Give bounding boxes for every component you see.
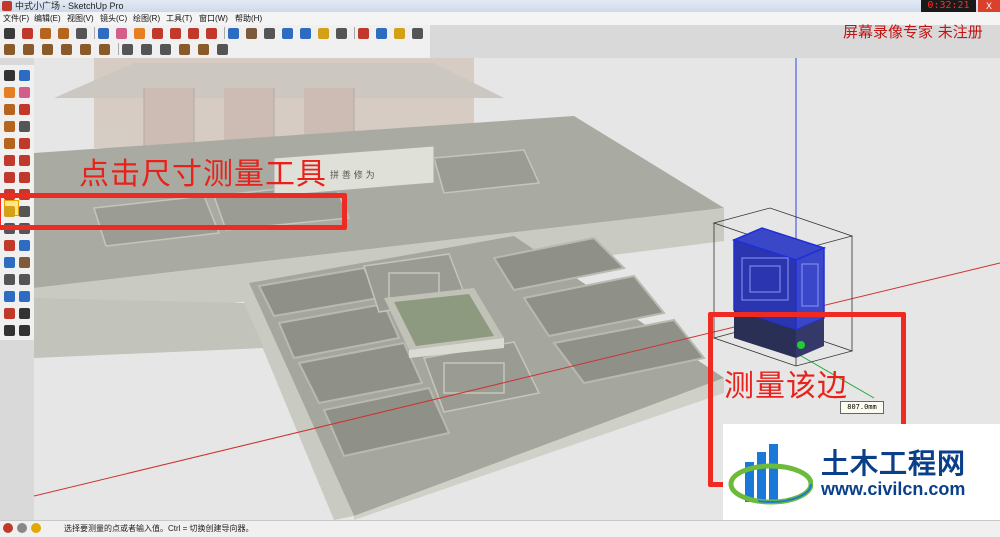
move-tool-icon[interactable] xyxy=(4,155,15,166)
wireframe-icon[interactable] xyxy=(141,44,152,55)
toolbar-separator xyxy=(118,43,119,55)
sketchup-app-icon xyxy=(2,1,12,11)
menu-edit[interactable]: 编辑(E) xyxy=(34,12,61,25)
left-view-icon[interactable] xyxy=(99,44,110,55)
eraser-icon[interactable] xyxy=(116,28,127,39)
main-toolbar xyxy=(0,25,430,41)
freehand-tool-icon[interactable] xyxy=(19,138,30,149)
component-tool-icon[interactable] xyxy=(19,70,30,81)
menu-window[interactable]: 窗口(W) xyxy=(199,12,228,25)
toolbar-separator xyxy=(354,27,355,39)
select-tool-icon[interactable] xyxy=(4,70,15,81)
menu-tools[interactable]: 工具(T) xyxy=(166,12,192,25)
polygon-tool-icon[interactable] xyxy=(4,138,15,149)
rotate-icon[interactable] xyxy=(188,28,199,39)
shaded-textures-icon[interactable] xyxy=(198,44,209,55)
circle-tool-icon[interactable] xyxy=(4,121,15,132)
paint-bucket-icon[interactable] xyxy=(134,28,145,39)
paint-tool-icon[interactable] xyxy=(4,87,15,98)
menu-help[interactable]: 帮助(H) xyxy=(235,12,262,25)
text-icon[interactable] xyxy=(336,28,347,39)
zoom-tool-icon[interactable] xyxy=(4,274,15,285)
status-message: 选择要测量的点或者输入值。Ctrl = 切换创建导向器。 xyxy=(64,524,254,533)
geo-location-icon[interactable] xyxy=(3,523,13,533)
logo-title: 土木工程网 xyxy=(821,448,967,479)
rotate-tool-icon[interactable] xyxy=(4,172,15,183)
menu-view[interactable]: 视图(V) xyxy=(67,12,94,25)
orbit-icon[interactable] xyxy=(228,28,239,39)
orbit-tool-icon[interactable] xyxy=(4,257,15,268)
extension-icon[interactable] xyxy=(412,28,423,39)
recorder-watermark: 屏幕录像专家 未注册 xyxy=(843,23,983,41)
offset-icon[interactable] xyxy=(206,28,217,39)
axes-icon[interactable] xyxy=(358,28,369,39)
title-bar: 中式小广场 - SketchUp Pro 0:32:21 X xyxy=(0,0,1000,12)
xray-icon[interactable] xyxy=(122,44,133,55)
iso-view-icon[interactable] xyxy=(4,44,15,55)
logo-mark-icon xyxy=(728,444,814,505)
rectangle-icon[interactable] xyxy=(40,28,51,39)
pan-icon[interactable] xyxy=(246,28,257,39)
zoomwindow-tool-icon[interactable] xyxy=(19,274,30,285)
push-pull-icon[interactable] xyxy=(152,28,163,39)
toolbar-separator xyxy=(94,27,95,39)
right-view-icon[interactable] xyxy=(61,44,72,55)
zoom-icon[interactable] xyxy=(264,28,275,39)
arc-tool-icon[interactable] xyxy=(19,121,30,132)
walk-tool-icon[interactable] xyxy=(19,308,30,319)
toolbar-separator xyxy=(224,27,225,39)
instructor-icon[interactable] xyxy=(31,523,41,533)
eraser-tool-icon[interactable] xyxy=(19,87,30,98)
lookaround-tool-icon[interactable] xyxy=(4,325,15,336)
credits-icon[interactable] xyxy=(17,523,27,533)
select-icon[interactable] xyxy=(4,28,15,39)
3dtext-tool-icon[interactable] xyxy=(19,240,30,251)
zoom-extents-icon[interactable] xyxy=(282,28,293,39)
monochrome-icon[interactable] xyxy=(217,44,228,55)
circle-icon[interactable] xyxy=(58,28,69,39)
pan-tool-icon[interactable] xyxy=(19,257,30,268)
section-tool-icon[interactable] xyxy=(19,325,30,336)
make-component-icon[interactable] xyxy=(98,28,109,39)
position-camera-icon[interactable] xyxy=(4,308,15,319)
status-bar: 选择要测量的点或者输入值。Ctrl = 切换创建导向器。 xyxy=(0,520,1000,537)
previous-view-icon[interactable] xyxy=(300,28,311,39)
move-icon[interactable] xyxy=(170,28,181,39)
followme-tool-icon[interactable] xyxy=(19,172,30,183)
plaque-text: 拼 善 修 为 xyxy=(330,169,375,181)
shaded-icon[interactable] xyxy=(179,44,190,55)
line-tool-icon[interactable] xyxy=(19,104,30,115)
prevview-tool-icon[interactable] xyxy=(19,291,30,302)
warehouse-icon[interactable] xyxy=(394,28,405,39)
annotation-click-dimension-tool: 点击尺寸测量工具 xyxy=(79,157,327,192)
menu-camera[interactable]: 镜头(C) xyxy=(100,12,127,25)
hidden-line-icon[interactable] xyxy=(160,44,171,55)
tape-measure-icon[interactable] xyxy=(318,28,329,39)
recorder-timer: 0:32:21 xyxy=(921,0,976,12)
pushpull-tool-icon[interactable] xyxy=(19,155,30,166)
rectangle-tool-icon[interactable] xyxy=(4,104,15,115)
window-title: 中式小广场 - SketchUp Pro xyxy=(15,1,124,11)
3d-text-icon[interactable] xyxy=(376,28,387,39)
annotation-box-tool xyxy=(0,193,347,230)
back-view-icon[interactable] xyxy=(80,44,91,55)
views-toolbar xyxy=(0,41,430,58)
front-view-icon[interactable] xyxy=(42,44,53,55)
axes-tool-icon[interactable] xyxy=(4,240,15,251)
zoomext-tool-icon[interactable] xyxy=(4,291,15,302)
arc-icon[interactable] xyxy=(76,28,87,39)
logo-url: www.civilcn.com xyxy=(821,479,966,499)
menu-draw[interactable]: 绘图(R) xyxy=(133,12,160,25)
close-button[interactable]: X xyxy=(978,0,1000,12)
pencil-icon[interactable] xyxy=(22,28,33,39)
top-view-icon[interactable] xyxy=(23,44,34,55)
site-logo: 土木工程网 www.civilcn.com xyxy=(723,424,1000,520)
menu-file[interactable]: 文件(F) xyxy=(3,12,29,25)
